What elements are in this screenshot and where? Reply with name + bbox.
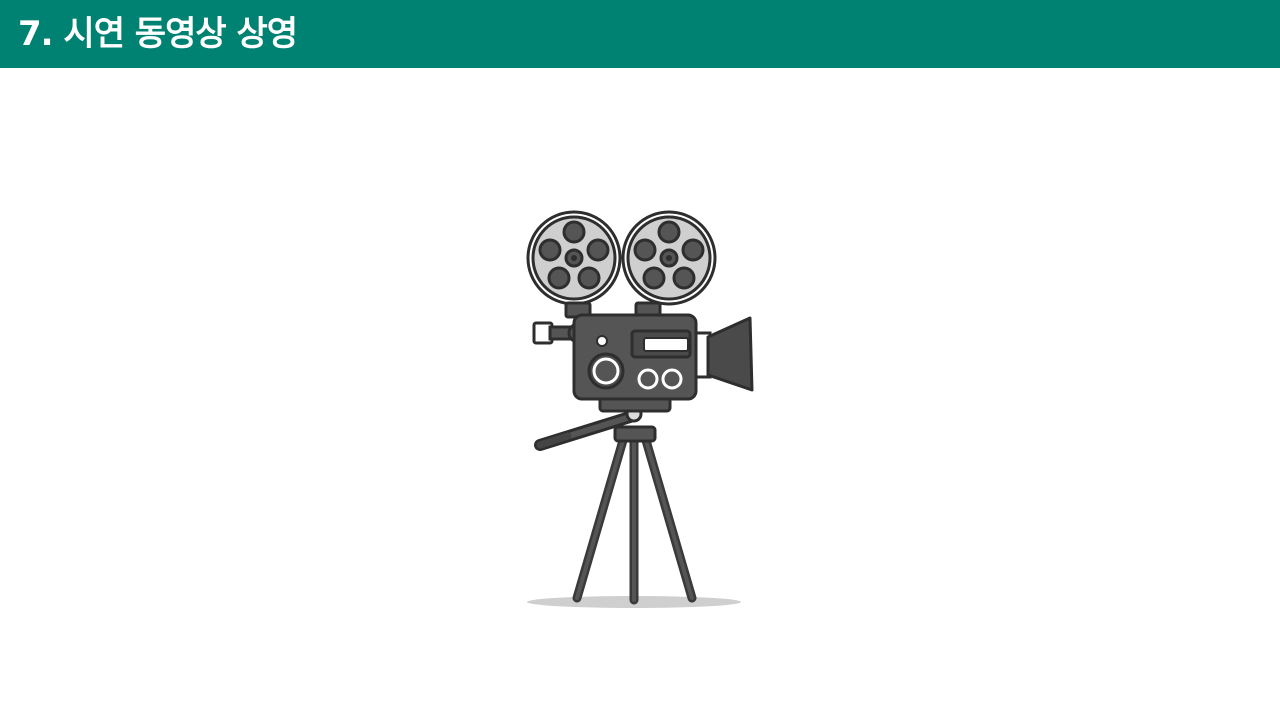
lens bbox=[694, 316, 754, 392]
tripod bbox=[572, 432, 697, 605]
title-bar: 7. 시연 동영상 상영 bbox=[0, 0, 1280, 68]
slide: 7. 시연 동영상 상영 bbox=[0, 0, 1280, 720]
small-dial-right bbox=[661, 368, 683, 390]
movie-camera-svg bbox=[526, 210, 754, 608]
small-dial-left bbox=[637, 368, 659, 390]
slide-title: 7. 시연 동영상 상영 bbox=[18, 14, 298, 54]
film-reel-left-icon bbox=[526, 210, 622, 306]
label-strip bbox=[643, 337, 689, 352]
tripod-head bbox=[613, 425, 657, 443]
movie-camera-icon bbox=[520, 205, 760, 615]
film-reel-right-icon bbox=[621, 210, 717, 306]
indicator-light bbox=[596, 335, 608, 347]
